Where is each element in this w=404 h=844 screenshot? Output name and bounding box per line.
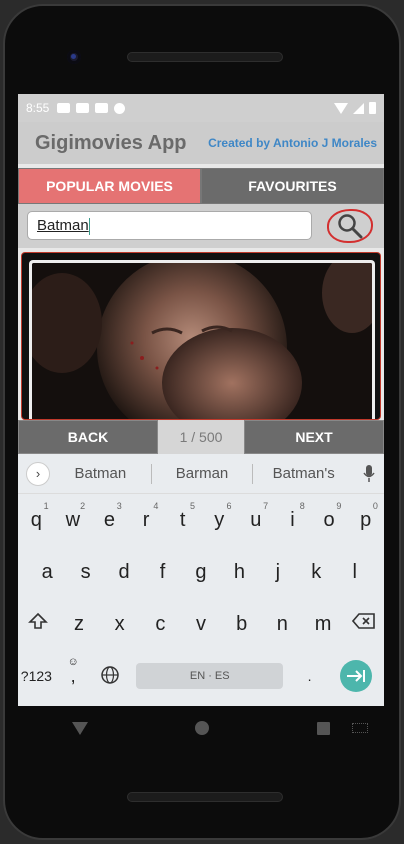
voice-input-button[interactable] <box>354 464 384 483</box>
key-k[interactable]: k <box>297 561 335 584</box>
app-screen: 8:55 Gigimovies App Created by Antonio J… <box>18 94 384 706</box>
key-x[interactable]: x <box>99 613 140 636</box>
search-button[interactable] <box>327 209 373 243</box>
symbols-key[interactable]: ?123 <box>18 668 55 684</box>
microphone-icon <box>363 464 375 482</box>
soft-keyboard: › Batman Barman Batman's q1 w2 e3 r4 t5 … <box>18 454 384 706</box>
shift-key[interactable] <box>18 612 59 636</box>
nav-back-icon[interactable] <box>71 721 88 735</box>
enter-key[interactable] <box>340 660 372 692</box>
expand-suggestions-button[interactable]: › <box>26 461 50 486</box>
tab-popular-movies[interactable]: POPULAR MOVIES <box>18 168 201 204</box>
key-v[interactable]: v <box>181 613 222 636</box>
key-row-2: a s d f g h j k l <box>18 546 384 598</box>
signal-icon <box>353 102 364 114</box>
backspace-key[interactable] <box>343 612 384 636</box>
chevron-right-icon: › <box>35 466 41 481</box>
key-o[interactable]: o9 <box>311 501 348 532</box>
comma-key[interactable]: ☺ , <box>55 656 92 687</box>
status-time: 8:55 <box>26 101 50 115</box>
key-s[interactable]: s <box>66 561 104 584</box>
text-caret <box>88 217 90 235</box>
key-t[interactable]: t5 <box>164 501 201 532</box>
key-r[interactable]: r4 <box>128 501 165 532</box>
key-row-4: ?123 ☺ , EN · ES . <box>18 650 384 702</box>
search-input[interactable]: Batman <box>27 211 312 240</box>
poster-artwork <box>32 263 372 419</box>
movie-card[interactable] <box>29 260 375 419</box>
keyboard-switch-icon[interactable] <box>352 723 368 733</box>
suggestion-strip: › Batman Barman Batman's <box>18 454 384 494</box>
key-w[interactable]: w2 <box>55 501 92 532</box>
key-n[interactable]: n <box>262 613 303 636</box>
app-notification-icon <box>76 103 90 113</box>
key-m[interactable]: m <box>303 613 344 636</box>
key-d[interactable]: d <box>105 561 143 584</box>
movie-poster-image <box>32 263 372 419</box>
sync-notification-icon <box>114 102 126 114</box>
key-c[interactable]: c <box>140 613 181 636</box>
key-l[interactable]: l <box>336 561 374 584</box>
gallery-notification-icon <box>95 103 109 113</box>
key-f[interactable]: f <box>143 561 181 584</box>
front-camera <box>67 50 81 64</box>
key-row-1: q1 w2 e3 r4 t5 y6 u7 i8 o9 p0 <box>18 494 384 546</box>
key-q[interactable]: q1 <box>18 501 55 532</box>
app-title: Gigimovies App <box>35 131 187 154</box>
key-p[interactable]: p0 <box>347 501 384 532</box>
key-z[interactable]: z <box>59 613 100 636</box>
key-b[interactable]: b <box>221 613 262 636</box>
suggestion-item[interactable]: Batman's <box>253 465 354 482</box>
search-icon <box>338 214 363 239</box>
next-button[interactable]: NEXT <box>244 420 384 454</box>
shift-icon <box>28 612 49 629</box>
key-g[interactable]: g <box>182 561 220 584</box>
suggestion-item[interactable]: Barman <box>152 465 253 482</box>
nav-recents-icon[interactable] <box>317 721 331 735</box>
key-j[interactable]: j <box>259 561 297 584</box>
search-input-value: Batman <box>37 217 89 234</box>
suggestion-item[interactable]: Batman <box>50 465 151 482</box>
bottom-speaker <box>127 792 283 802</box>
earpiece-speaker <box>127 52 283 62</box>
movie-list[interactable] <box>21 252 381 420</box>
language-key[interactable] <box>92 665 129 688</box>
backspace-icon <box>351 613 375 629</box>
key-h[interactable]: h <box>220 561 258 584</box>
tab-favourites[interactable]: FAVOURITES <box>201 168 384 204</box>
emoji-icon: ☺ <box>67 655 79 668</box>
battery-icon <box>369 102 376 114</box>
key-row-3: z x c v b n m <box>18 598 384 650</box>
key-i[interactable]: i8 <box>274 501 311 532</box>
page-indicator: 1 / 500 <box>158 420 244 454</box>
app-credit: Created by Antonio J Morales <box>208 136 377 150</box>
search-row: Batman <box>18 204 384 248</box>
system-nav-bar <box>18 706 384 750</box>
youtube-notification-icon <box>57 103 71 113</box>
pagination-bar: BACK 1 / 500 NEXT <box>18 420 384 454</box>
key-a[interactable]: a <box>28 561 66 584</box>
space-key[interactable]: EN · ES <box>136 663 284 689</box>
back-button[interactable]: BACK <box>18 420 158 454</box>
key-u[interactable]: u7 <box>238 501 275 532</box>
app-bar: Gigimovies App Created by Antonio J Mora… <box>18 122 384 164</box>
key-y[interactable]: y6 <box>201 501 238 532</box>
period-key[interactable]: . <box>291 668 328 684</box>
tab-bar: POPULAR MOVIES FAVOURITES <box>18 168 384 204</box>
key-e[interactable]: e3 <box>91 501 128 532</box>
wifi-icon <box>334 102 348 114</box>
status-bar: 8:55 <box>18 94 384 122</box>
enter-arrow-icon <box>347 670 365 682</box>
nav-home-icon[interactable] <box>195 721 210 735</box>
globe-icon <box>101 665 119 684</box>
